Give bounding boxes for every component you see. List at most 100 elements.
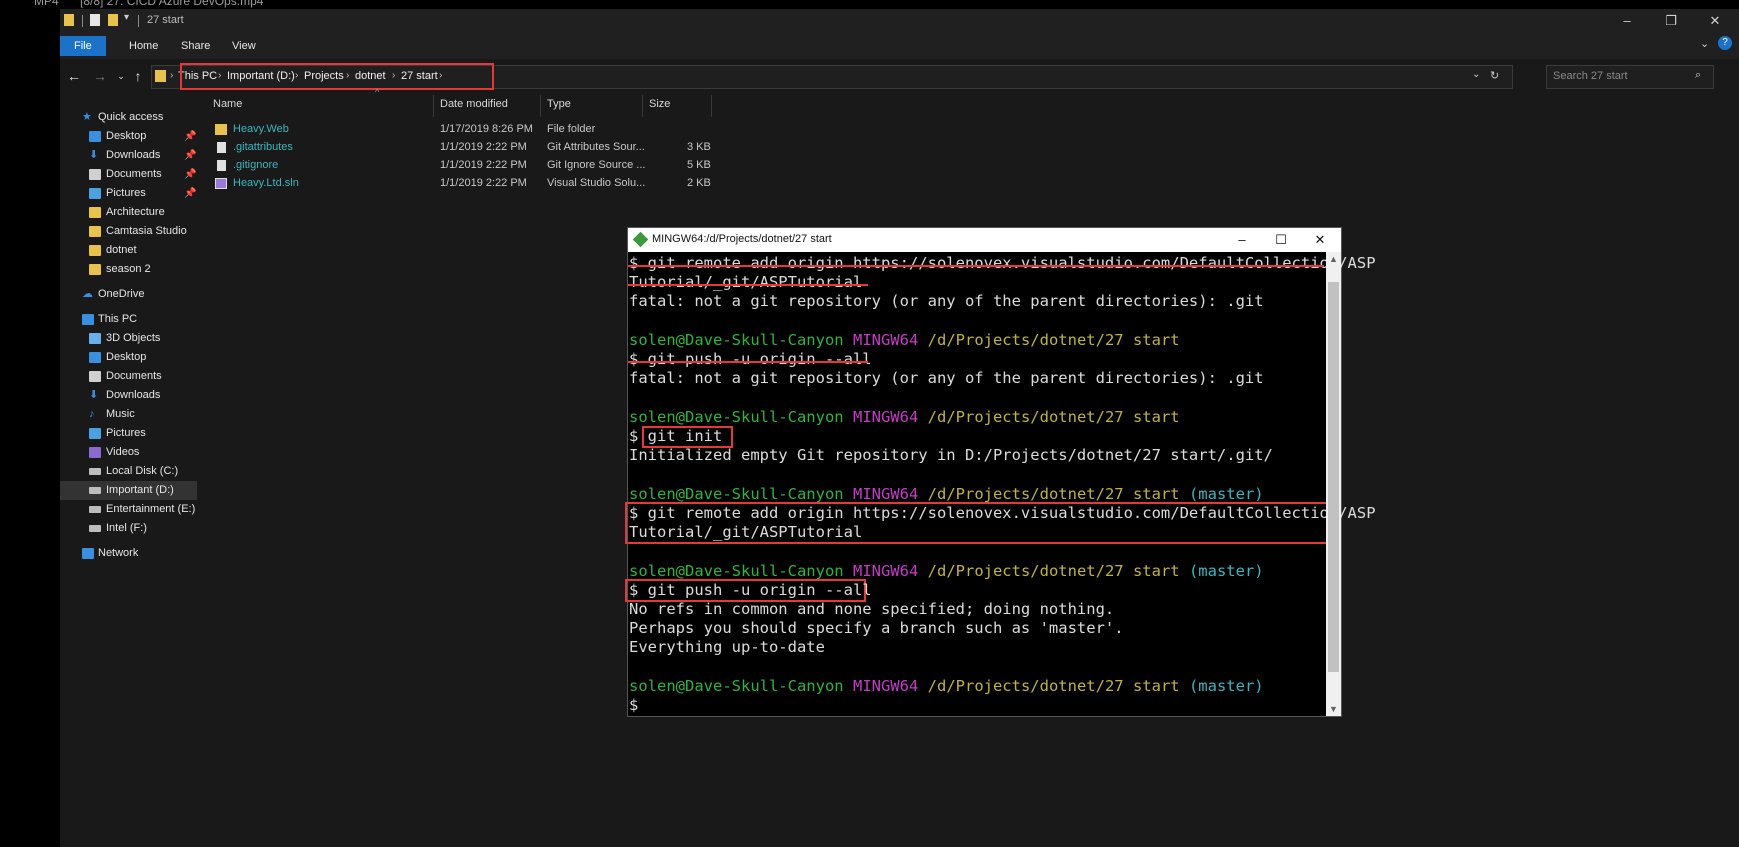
- up-arrow-icon[interactable]: ↑: [129, 67, 147, 85]
- search-placeholder: Search 27 start: [1553, 70, 1628, 82]
- properties-icon[interactable]: [90, 14, 100, 26]
- nav-item-desktop-pc[interactable]: Desktop: [60, 348, 197, 367]
- file-icon: [217, 142, 226, 153]
- scrollbar-thumb[interactable]: [1328, 282, 1339, 672]
- column-divider[interactable]: [433, 95, 434, 117]
- column-divider[interactable]: [642, 95, 643, 117]
- nav-item-music[interactable]: ♪ Music: [60, 405, 197, 424]
- folder-icon: [89, 245, 101, 256]
- terminal-prompt: solen@Dave-Skull-Canyon MINGW64 /d/Proje…: [629, 408, 1180, 426]
- tab-view[interactable]: View: [221, 37, 267, 55]
- customize-toolbar-icon[interactable]: ▾: [124, 12, 129, 23]
- nav-item-pictures-pc[interactable]: Pictures: [60, 424, 197, 443]
- tab-share[interactable]: Share: [170, 37, 221, 55]
- nav-item-local-disk-c[interactable]: Local Disk (C:): [60, 462, 197, 481]
- nav-item-videos[interactable]: Videos: [60, 443, 197, 462]
- pin-icon[interactable]: 📌: [184, 165, 196, 184]
- folder-icon: [155, 70, 166, 82]
- player-format-label: MP4: [34, 0, 59, 8]
- navigation-pane: ★ Quick access Desktop 📌 ⬇ Downloads 📌 D…: [60, 95, 197, 847]
- column-header-size[interactable]: Size: [649, 98, 670, 110]
- nav-item-documents-pc[interactable]: Documents: [60, 367, 197, 386]
- minimize-button[interactable]: –: [1609, 11, 1645, 31]
- column-header-type[interactable]: Type: [547, 98, 571, 110]
- network-icon: [82, 548, 94, 559]
- terminal-line: fatal: not a git repository (or any of t…: [629, 369, 1264, 387]
- separator: [138, 15, 139, 27]
- chevron-down-icon[interactable]: ⌄: [1700, 37, 1709, 50]
- terminal-prompt: solen@Dave-Skull-Canyon MINGW64 /d/Proje…: [629, 562, 1264, 580]
- scroll-up-icon[interactable]: ▲: [1326, 252, 1341, 266]
- download-icon: ⬇: [89, 149, 99, 161]
- highlight-box-git-init: [642, 426, 733, 448]
- column-header-name[interactable]: Name: [213, 98, 242, 110]
- new-folder-icon[interactable]: [108, 14, 118, 26]
- file-row[interactable]: Heavy.Web 1/17/2019 8:26 PM File folder: [197, 121, 797, 138]
- column-divider[interactable]: [711, 95, 712, 117]
- terminal-close-button[interactable]: ✕: [1302, 230, 1338, 250]
- file-row[interactable]: Heavy.Ltd.sln 1/1/2019 2:22 PM Visual St…: [197, 175, 797, 192]
- nav-item-network[interactable]: Network: [60, 544, 197, 563]
- terminal-line: Tutorial/_git/ASPTutorial: [629, 523, 863, 541]
- close-button[interactable]: ✕: [1697, 11, 1733, 31]
- pictures-icon: [89, 428, 101, 439]
- separator: [82, 15, 83, 27]
- video-icon: [89, 447, 101, 458]
- nav-item-downloads-pc[interactable]: ⬇ Downloads: [60, 386, 197, 405]
- address-history-dropdown-icon[interactable]: ⌄: [1472, 69, 1480, 80]
- ribbon-tabs: File Home Share View ⌄ ?: [60, 33, 1739, 59]
- scroll-down-icon[interactable]: ▼: [1326, 702, 1341, 716]
- pin-icon[interactable]: 📌: [184, 127, 196, 146]
- nav-item-downloads[interactable]: ⬇ Downloads 📌: [60, 146, 197, 165]
- folder-icon: [89, 226, 101, 237]
- pin-icon[interactable]: 📌: [184, 184, 196, 203]
- nav-item-architecture[interactable]: Architecture: [60, 203, 197, 222]
- terminal-line: Everything up-to-date: [629, 638, 825, 656]
- folder-icon: [89, 264, 101, 275]
- desktop-icon: [89, 352, 101, 363]
- terminal-input-line[interactable]: $: [629, 696, 638, 714]
- search-input[interactable]: Search 27 start ⌕: [1546, 65, 1714, 89]
- help-icon[interactable]: ?: [1718, 36, 1732, 50]
- back-arrow-icon[interactable]: ←: [65, 67, 83, 85]
- nav-item-dotnet[interactable]: dotnet: [60, 241, 197, 260]
- terminal-maximize-button[interactable]: ☐: [1263, 230, 1299, 250]
- column-divider[interactable]: [540, 95, 541, 117]
- folder-icon: [215, 124, 227, 135]
- terminal-prompt: solen@Dave-Skull-Canyon MINGW64 /d/Proje…: [629, 331, 1180, 349]
- nav-item-3d-objects[interactable]: 3D Objects: [60, 329, 197, 348]
- nav-item-onedrive[interactable]: ☁ OneDrive: [60, 285, 197, 304]
- tab-file[interactable]: File: [60, 36, 106, 56]
- nav-item-documents[interactable]: Documents 📌: [60, 165, 197, 184]
- tab-home[interactable]: Home: [118, 37, 169, 55]
- terminal-scrollbar[interactable]: ▲ ▼: [1326, 252, 1341, 716]
- nav-item-season-2[interactable]: season 2: [60, 260, 197, 279]
- column-header-date-modified[interactable]: Date modified: [440, 98, 508, 110]
- download-icon: ⬇: [89, 389, 99, 401]
- nav-item-desktop[interactable]: Desktop 📌: [60, 127, 197, 146]
- terminal-minimize-button[interactable]: –: [1224, 230, 1260, 250]
- terminal-output[interactable]: $ git remote add origin https://solenove…: [625, 252, 1376, 716]
- explorer-titlebar: ▾ 27 start – ❐ ✕: [60, 9, 1739, 33]
- nav-item-entertainment-e[interactable]: Entertainment (E:): [60, 500, 197, 519]
- search-icon[interactable]: ⌕: [1695, 69, 1701, 82]
- terminal-prompt: solen@Dave-Skull-Canyon MINGW64 /d/Proje…: [629, 677, 1264, 695]
- nav-item-quick-access[interactable]: ★ Quick access: [60, 108, 197, 127]
- nav-item-camtasia-studio[interactable]: Camtasia Studio: [60, 222, 197, 241]
- recent-locations-icon[interactable]: ⌄: [112, 67, 130, 85]
- terminal-window[interactable]: MINGW64:/d/Projects/dotnet/27 start – ☐ …: [625, 227, 1376, 717]
- cube-icon: [89, 333, 101, 344]
- maximize-button[interactable]: ❐: [1653, 11, 1689, 31]
- terminal-line: $ git push -u origin --all: [629, 350, 872, 368]
- terminal-line: $ git remote add origin https://solenove…: [629, 254, 1376, 272]
- forward-arrow-icon[interactable]: →: [91, 67, 109, 85]
- nav-item-this-pc[interactable]: This PC: [60, 310, 197, 329]
- file-row[interactable]: .gitignore 1/1/2019 2:22 PM Git Ignore S…: [197, 157, 797, 174]
- nav-item-important-d[interactable]: Important (D:): [60, 481, 197, 500]
- file-row[interactable]: .gitattributes 1/1/2019 2:22 PM Git Attr…: [197, 139, 797, 156]
- nav-item-intel-f[interactable]: Intel (F:): [60, 519, 197, 538]
- solution-icon: [215, 178, 227, 189]
- nav-item-pictures[interactable]: Pictures 📌: [60, 184, 197, 203]
- pin-icon[interactable]: 📌: [184, 146, 196, 165]
- refresh-icon[interactable]: ↻: [1490, 69, 1499, 82]
